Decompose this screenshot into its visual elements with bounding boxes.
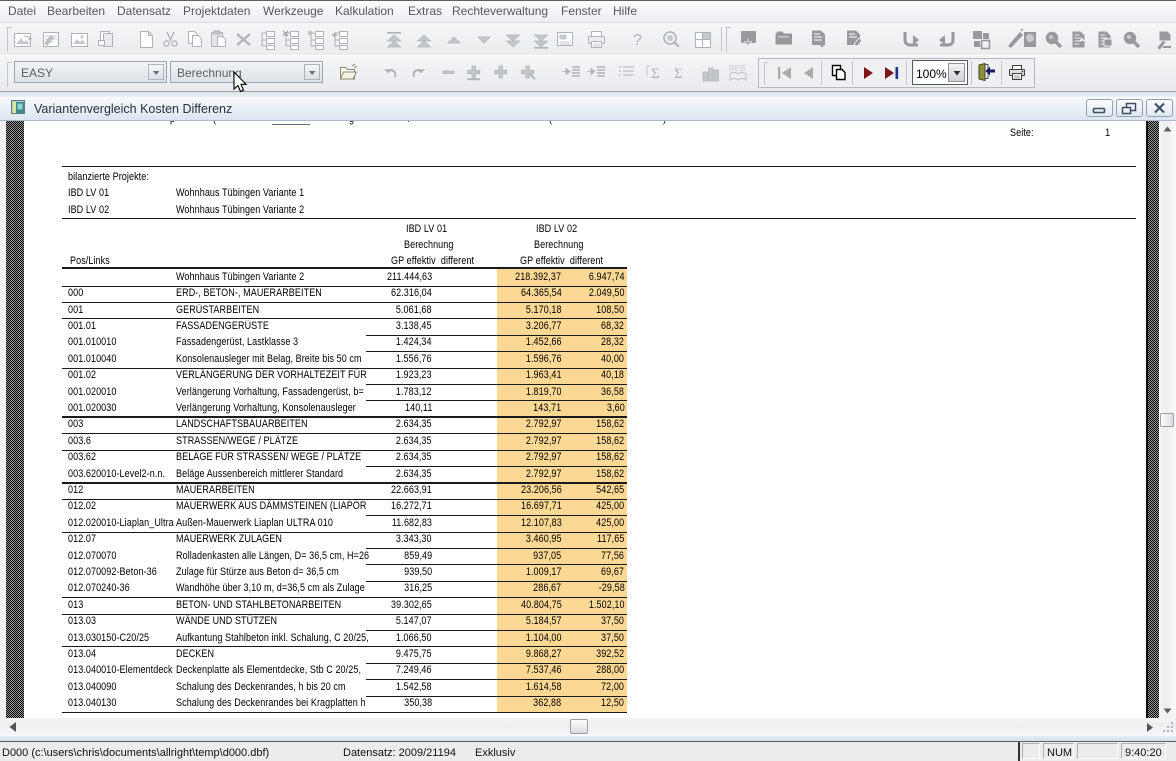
- svg-text:REB: REB: [729, 64, 745, 73]
- svg-text:?: ?: [633, 32, 642, 49]
- svg-text:Σ: Σ: [651, 66, 660, 81]
- svg-text:Σ: Σ: [674, 66, 683, 81]
